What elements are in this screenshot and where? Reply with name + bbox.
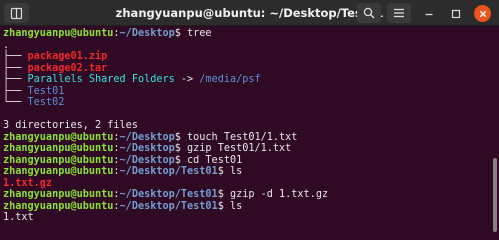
prompt-user: zhangyuanpu@ubuntu (3, 166, 114, 177)
terminal-window: zhangyuanpu@ubuntu: ~/Desktop/Test01 zha… (0, 0, 499, 235)
prompt-path: ~/Desktop (119, 143, 175, 154)
symlink-name: Parallels Shared Folders (27, 74, 175, 85)
tree-root: . (3, 39, 10, 51)
tree-entry: ├── package01.zip (3, 51, 492, 63)
terminal-line: zhangyuanpu@ubuntu:~/Desktop$ tree (3, 28, 492, 40)
prompt-user: zhangyuanpu@ubuntu (3, 131, 114, 143)
new-tab-button[interactable] (4, 3, 29, 23)
command-text: ls (223, 200, 243, 212)
command-text: gzip -d 1.txt.gz (223, 189, 329, 200)
prompt-user: zhangyuanpu@ubuntu (3, 200, 114, 212)
symlink-arrow: -> (174, 74, 200, 85)
maximize-icon (451, 9, 460, 18)
prompt-user: zhangyuanpu@ubuntu (3, 189, 114, 200)
tree-entry: ├── package02.tar (3, 63, 492, 75)
terminal-line: zhangyuanpu@ubuntu:~/Desktop/Test01$ gzi… (3, 189, 492, 201)
close-button[interactable] (474, 5, 491, 22)
tree-entry: └── Test02 (3, 97, 492, 109)
terminal-line: zhangyuanpu@ubuntu:~/Desktop$ touch Test… (3, 132, 492, 144)
terminal-line: zhangyuanpu@ubuntu:~/Desktop$ cd Test01 (3, 155, 492, 167)
new-tab-icon (10, 7, 23, 19)
minimize-icon (425, 13, 432, 15)
command-text: cd Test01 (180, 154, 243, 166)
terminal-line: zhangyuanpu@ubuntu:~/Desktop/Test01$ ls (3, 166, 492, 178)
hamburger-menu-icon (394, 8, 404, 18)
terminal-line: zhangyuanpu@ubuntu:~/Desktop/Test01$ ls (3, 201, 492, 213)
menu-button[interactable] (387, 3, 411, 23)
prompt-path: ~/Desktop/Test01 (119, 189, 218, 200)
file-name: 1.txt (3, 212, 34, 223)
prompt-user: zhangyuanpu@ubuntu (3, 143, 114, 154)
tree-branch: ├── (3, 62, 28, 74)
symlink-target: /media/psf (199, 74, 261, 85)
archive-file-name: 1.txt.gz (3, 177, 53, 189)
terminal-line: . (3, 40, 492, 52)
terminal-output[interactable]: zhangyuanpu@ubuntu:~/Desktop$ tree . ├──… (0, 26, 492, 235)
directory-name: Test01 (27, 85, 65, 97)
command-output: 1.txt (3, 212, 492, 224)
tree-branch: ├── (3, 85, 28, 97)
prompt-user: zhangyuanpu@ubuntu (3, 28, 114, 39)
prompt-path: ~/Desktop/Test01 (119, 166, 218, 177)
minimize-button[interactable] (420, 5, 437, 22)
tree-entry: ├── Test01 (3, 86, 492, 98)
prompt-path: ~/Desktop (119, 28, 175, 39)
maximize-button[interactable] (447, 5, 464, 22)
directory-name: Test02 (27, 97, 65, 108)
tree-branch: └── (3, 97, 28, 108)
prompt-path: ~/Desktop (119, 131, 175, 143)
archive-file-name: package01.zip (27, 51, 108, 62)
summary-text: 3 directories, 2 files (3, 120, 138, 131)
command-output: 1.txt.gz (3, 178, 492, 190)
tree-branch: ├── (3, 74, 28, 85)
terminal-line: zhangyuanpu@ubuntu:~/Desktop$ gzip Test0… (3, 143, 492, 155)
command-text: ls (223, 166, 243, 177)
title-bar: zhangyuanpu@ubuntu: ~/Desktop/Test01 (0, 0, 499, 26)
search-button[interactable] (357, 3, 381, 23)
tree-summary: 3 directories, 2 files (3, 120, 492, 132)
archive-file-name: package02.tar (27, 62, 108, 74)
scrollbar[interactable] (493, 158, 497, 232)
search-icon (363, 7, 375, 19)
command-text: gzip Test01/1.txt (180, 143, 292, 154)
prompt-path: ~/Desktop/Test01 (119, 200, 218, 212)
prompt-user: zhangyuanpu@ubuntu (3, 154, 114, 166)
prompt-path: ~/Desktop (119, 154, 175, 166)
command-text: tree (180, 28, 212, 39)
command-text: touch Test01/1.txt (180, 131, 298, 143)
close-icon (479, 10, 486, 17)
tree-branch: ├── (3, 51, 28, 62)
tree-entry: ├── Parallels Shared Folders -> /media/p… (3, 74, 492, 86)
